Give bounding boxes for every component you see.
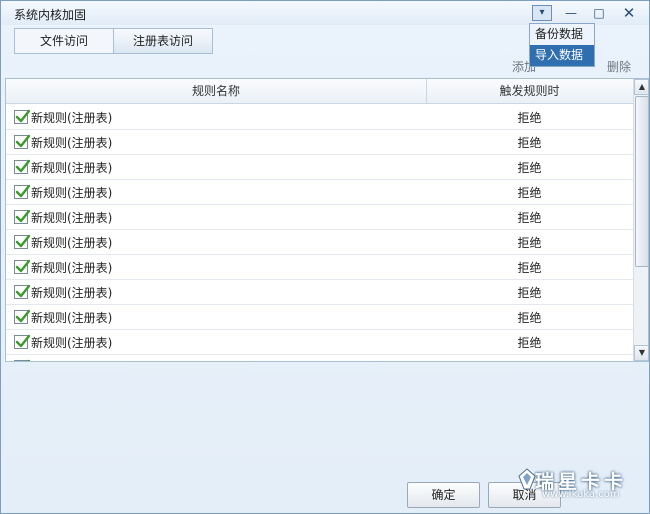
rule-enabled-checkbox[interactable] xyxy=(14,284,30,299)
rule-name-label: 新规则(注册表) xyxy=(31,359,112,362)
ok-button[interactable]: 确定 xyxy=(407,482,480,508)
trigger-action-cell[interactable]: 拒绝 xyxy=(427,159,632,176)
column-header-rule-name[interactable]: 规则名称 xyxy=(6,79,427,103)
table-row[interactable]: 新规则(注册表) 拒绝 xyxy=(6,355,633,362)
table-row[interactable]: 新规则(注册表) 拒绝 xyxy=(6,130,633,155)
rule-enabled-checkbox[interactable] xyxy=(14,184,30,199)
column-header-trigger-action[interactable]: 触发规则时 xyxy=(427,79,632,103)
trigger-action-cell[interactable]: 拒绝 xyxy=(427,234,632,251)
trigger-action-cell[interactable]: 拒绝 xyxy=(427,209,632,226)
data-menu-dropdown: 备份数据 导入数据 xyxy=(529,23,595,67)
rule-name-label: 新规则(注册表) xyxy=(31,310,113,325)
watermark: 瑞星卡卡 www.ikaka.com xyxy=(513,459,649,511)
checkmark-icon xyxy=(15,159,30,173)
rule-enabled-checkbox[interactable] xyxy=(14,259,30,274)
checkmark-icon xyxy=(15,234,30,248)
rule-enabled-checkbox[interactable] xyxy=(14,309,30,324)
rule-name-label: 新规则(注册表) xyxy=(31,185,113,200)
rule-enabled-checkbox[interactable] xyxy=(14,109,30,124)
table-row[interactable]: 新规则(注册表) 拒绝 xyxy=(6,255,633,280)
rule-name-cell: 新规则(注册表) xyxy=(6,109,427,126)
rule-name-cell: 新规则(注册表) xyxy=(6,334,427,351)
rule-name-label: 新规则(注册表) xyxy=(31,210,113,225)
rule-name-label: 新规则(注册表) xyxy=(31,235,113,250)
table-row[interactable]: 新规则(注册表) 拒绝 xyxy=(6,155,633,180)
checkmark-icon xyxy=(15,209,30,223)
close-button[interactable]: ✕ xyxy=(618,4,640,22)
rule-name-label: 新规则(注册表) xyxy=(31,160,113,175)
vertical-scrollbar[interactable]: ▲ ▼ xyxy=(633,79,648,361)
rule-name-cell: 新规则(注册表) xyxy=(6,184,427,201)
trigger-action-cell[interactable]: 拒绝 xyxy=(427,359,632,362)
table-row[interactable]: 新规则(注册表) 拒绝 xyxy=(6,205,633,230)
table-row[interactable]: 新规则(注册表) 拒绝 xyxy=(6,280,633,305)
scrollbar-thumb[interactable] xyxy=(635,96,648,267)
maximize-button[interactable]: □ xyxy=(588,4,610,22)
checkmark-icon xyxy=(15,109,30,123)
delete-link[interactable]: 删除 xyxy=(607,58,631,74)
window-title: 系统内核加固 xyxy=(14,8,87,22)
rule-name-label: 新规则(注册表) xyxy=(31,260,113,275)
trigger-action-cell[interactable]: 拒绝 xyxy=(427,259,632,276)
checkmark-icon xyxy=(15,184,30,198)
rule-name-cell: 新规则(注册表) xyxy=(6,359,427,362)
table-row[interactable]: 新规则(注册表) 拒绝 xyxy=(6,305,633,330)
rule-enabled-checkbox[interactable] xyxy=(14,234,30,249)
rules-table: 规则名称 触发规则时 新规则(注册表) 拒绝 新规则(注册表) 拒绝 新规则(注册表) 拒… xyxy=(5,78,649,362)
rule-name-cell: 新规则(注册表) xyxy=(6,209,427,226)
rule-name-cell: 新规则(注册表) xyxy=(6,259,427,276)
trigger-action-cell[interactable]: 拒绝 xyxy=(427,134,632,151)
rule-name-label: 新规则(注册表) xyxy=(31,335,113,350)
trigger-action-cell[interactable]: 拒绝 xyxy=(427,334,632,351)
minimize-button[interactable]: — xyxy=(560,4,582,22)
rising-logo-icon xyxy=(518,468,536,490)
tab-bar: 文件访问 注册表访问 xyxy=(14,28,213,54)
rule-name-cell: 新规则(注册表) xyxy=(6,309,427,326)
rule-name-label: 新规则(注册表) xyxy=(31,285,113,300)
checkmark-icon xyxy=(15,259,30,273)
tab-registry-access[interactable]: 注册表访问 xyxy=(113,29,212,53)
checkmark-icon xyxy=(15,284,30,298)
menu-item-backup-data[interactable]: 备份数据 xyxy=(530,24,594,45)
checkmark-icon xyxy=(15,134,30,148)
rule-name-cell: 新规则(注册表) xyxy=(6,134,427,151)
rule-name-label: 新规则(注册表) xyxy=(31,135,113,150)
rule-name-cell: 新规则(注册表) xyxy=(6,234,427,251)
rule-enabled-checkbox[interactable] xyxy=(14,159,30,174)
checkmark-icon xyxy=(15,334,30,348)
table-row[interactable]: 新规则(注册表) 拒绝 xyxy=(6,180,633,205)
table-row[interactable]: 新规则(注册表) 拒绝 xyxy=(6,105,633,130)
watermark-url: www.ikaka.com xyxy=(542,489,620,500)
table-row[interactable]: 新规则(注册表) 拒绝 xyxy=(6,330,633,355)
menu-dropdown-button[interactable]: ▾ xyxy=(532,5,552,21)
trigger-action-cell[interactable]: 拒绝 xyxy=(427,109,632,126)
scroll-down-arrow-icon[interactable]: ▼ xyxy=(634,345,648,361)
rule-name-cell: 新规则(注册表) xyxy=(6,284,427,301)
trigger-action-cell[interactable]: 拒绝 xyxy=(427,284,632,301)
trigger-action-cell[interactable]: 拒绝 xyxy=(427,309,632,326)
checkmark-icon xyxy=(27,359,30,361)
kernel-hardening-window: 系统内核加固 ▾ — □ ✕ 文件访问 注册表访问 添加 删除 备份数据 导入数… xyxy=(0,0,650,514)
table-body: 新规则(注册表) 拒绝 新规则(注册表) 拒绝 新规则(注册表) 拒绝 新规则(注册表) 拒绝… xyxy=(6,105,633,362)
checkmark-icon xyxy=(15,309,30,323)
scroll-up-arrow-icon[interactable]: ▲ xyxy=(634,79,648,95)
rule-enabled-checkbox[interactable] xyxy=(14,359,30,361)
title-bar: 系统内核加固 ▾ — □ ✕ xyxy=(1,1,649,25)
rule-name-label: 新规则(注册表) xyxy=(31,110,113,125)
tab-file-access[interactable]: 文件访问 xyxy=(15,29,113,53)
table-row[interactable]: 新规则(注册表) 拒绝 xyxy=(6,230,633,255)
menu-item-import-data[interactable]: 导入数据 xyxy=(530,45,594,66)
rule-enabled-checkbox[interactable] xyxy=(14,209,30,224)
table-header: 规则名称 触发规则时 xyxy=(6,79,633,104)
rule-enabled-checkbox[interactable] xyxy=(14,134,30,149)
trigger-action-cell[interactable]: 拒绝 xyxy=(427,184,632,201)
rule-enabled-checkbox[interactable] xyxy=(14,334,30,349)
rule-name-cell: 新规则(注册表) xyxy=(6,159,427,176)
